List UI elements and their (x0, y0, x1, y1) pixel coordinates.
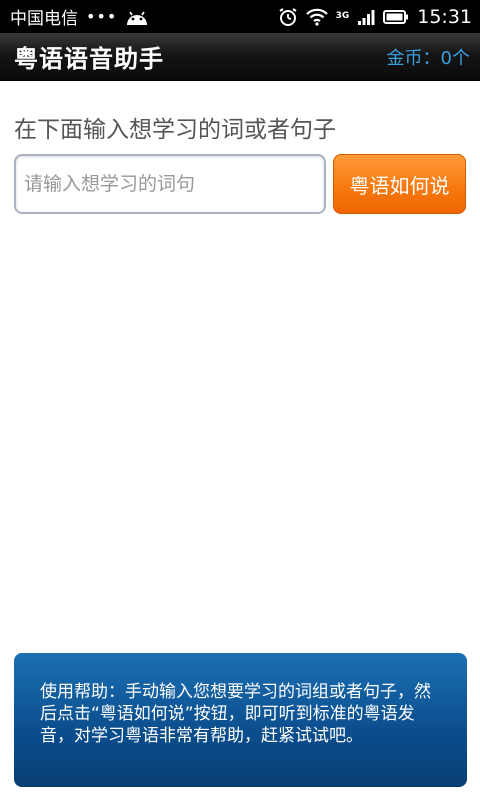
carrier-name: 中国电信 (10, 9, 78, 29)
status-right: 3G 15:31 (278, 6, 472, 28)
help-box: 使用帮助：手动输入您想要学习的词组或者句子，然后点击“粤语如何说”按钮，即可听到… (14, 653, 467, 787)
android-icon (125, 8, 149, 26)
input-prompt-label: 在下面输入想学习的词或者句子 (14, 117, 336, 143)
phrase-input[interactable] (14, 154, 326, 214)
signal-icon (357, 8, 375, 26)
cantonese-speak-button[interactable]: 粤语如何说 (333, 154, 466, 214)
alarm-icon (278, 7, 298, 27)
battery-icon (383, 9, 409, 25)
status-left: 中国电信 ••• (10, 4, 149, 29)
wifi-icon (305, 8, 328, 26)
clock-time: 15:31 (417, 5, 472, 28)
status-bar: 中国电信 ••• 3G 15:31 (0, 0, 480, 33)
network-type: 3G (335, 11, 350, 21)
app-title: 粤语语音助手 (14, 45, 164, 73)
app-bar: 粤语语音助手 金币：0个 (0, 33, 480, 81)
coin-counter[interactable]: 金币：0个 (387, 44, 470, 70)
help-text: 使用帮助：手动输入您想要学习的词组或者句子，然后点击“粤语如何说”按钮，即可听到… (40, 682, 431, 746)
notification-dots: ••• (86, 7, 118, 26)
screen: 中国电信 ••• 3G 15:31 粤语语音助手 金币：0个 在下面输入想学习的… (0, 0, 480, 800)
